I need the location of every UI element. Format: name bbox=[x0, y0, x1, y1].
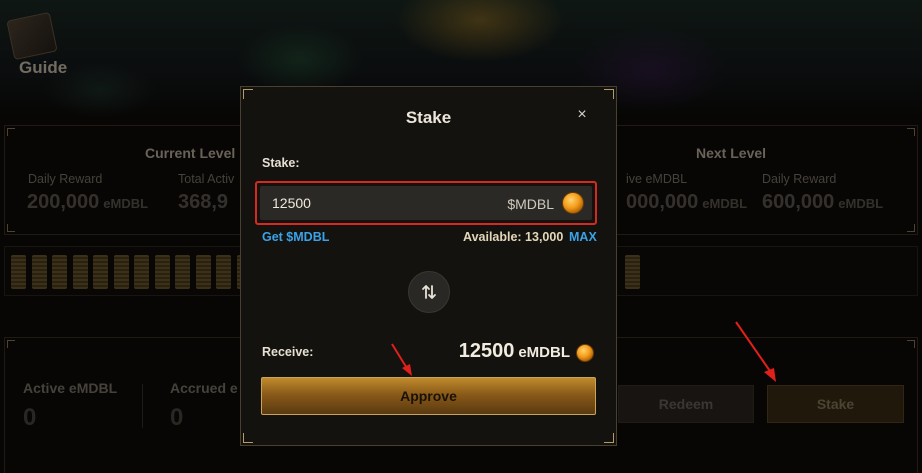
annotation-arrow-stake bbox=[735, 321, 776, 382]
app-screen: Guide Current Level Daily Reward 200,000… bbox=[0, 0, 922, 473]
annotation-arrow-approve bbox=[391, 343, 412, 376]
receive-amount: 12500 eMDBL bbox=[458, 340, 570, 362]
stake-input-highlight: $MDBL bbox=[255, 181, 597, 225]
coin-icon bbox=[562, 192, 584, 214]
emdbl-coin-icon bbox=[576, 344, 594, 362]
stake-amount-input[interactable] bbox=[260, 186, 480, 220]
stake-field-label: Stake: bbox=[262, 156, 300, 170]
modal-title: Stake bbox=[405, 108, 452, 127]
stake-input-container: $MDBL bbox=[260, 186, 592, 220]
token-label: $MDBL bbox=[507, 196, 554, 212]
max-button[interactable]: MAX bbox=[569, 230, 597, 244]
receive-label: Receive: bbox=[262, 345, 314, 359]
stake-modal: Stake × Stake: $MDBL Get $MDBL Available… bbox=[240, 86, 617, 446]
approve-button[interactable]: Approve bbox=[261, 377, 596, 415]
get-mdbl-link[interactable]: Get $MDBL bbox=[262, 230, 329, 244]
swap-arrows-icon[interactable] bbox=[408, 271, 450, 313]
available-balance: Available: 13,000 bbox=[463, 230, 564, 244]
close-icon[interactable]: × bbox=[574, 107, 590, 123]
